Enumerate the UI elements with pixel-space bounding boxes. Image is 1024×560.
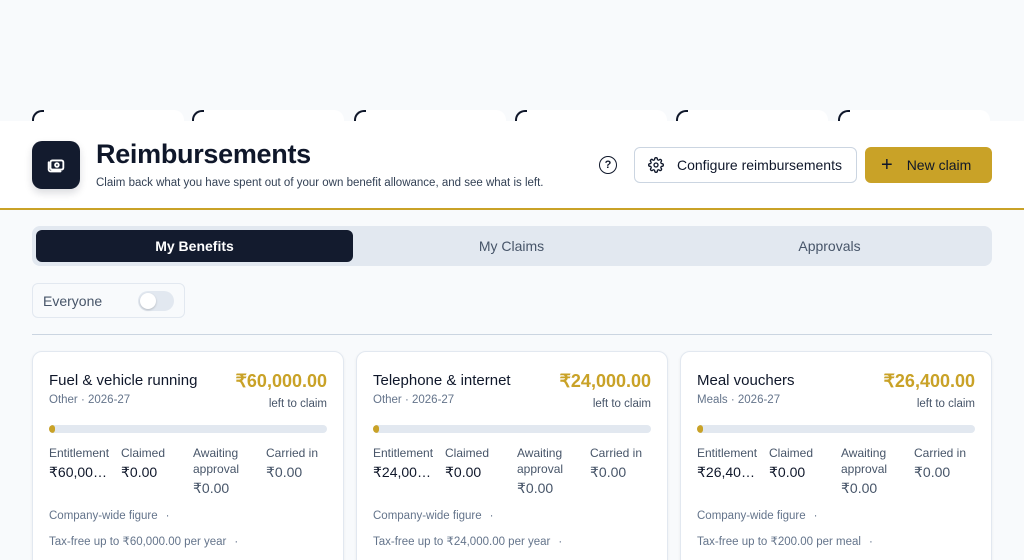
gear-icon xyxy=(648,157,664,173)
everyone-toggle[interactable] xyxy=(138,290,174,311)
configure-reimbursements-button[interactable]: Configure reimbursements xyxy=(634,147,857,183)
everyone-filter: Everyone xyxy=(32,283,185,318)
tab-approvals[interactable]: Approvals xyxy=(671,230,988,262)
background-strip xyxy=(0,0,1024,124)
entitlement-label: Entitlement xyxy=(697,446,758,460)
claimed-value: ₹0.00 xyxy=(121,464,158,480)
left-to-claim-label: left to claim xyxy=(592,398,651,410)
benefit-card[interactable]: Telephone & internet Other · 2026-27 ₹24… xyxy=(356,351,668,560)
tab-my-benefits[interactable]: My Benefits xyxy=(36,230,353,262)
left-to-claim-label: left to claim xyxy=(916,398,975,410)
carried-stat: Carried in ₹0.00 xyxy=(266,445,330,481)
awaiting-stat: Awaiting approval ₹0.00 xyxy=(517,445,583,497)
claimed-label: Claimed xyxy=(769,446,814,460)
awaiting-stat: Awaiting approval ₹0.00 xyxy=(193,445,259,497)
claimed-label: Claimed xyxy=(445,446,490,460)
entitlement-value: ₹60,000.00 xyxy=(49,464,113,480)
note-text: Company-wide figure xyxy=(373,510,482,522)
entitlement-stat: Entitlement ₹60,000.00 xyxy=(49,445,113,481)
awaiting-stat: Awaiting approval ₹0.00 xyxy=(841,445,907,497)
benefit-meta: Other · 2026-27 xyxy=(373,394,455,406)
benefit-name: Meal vouchers xyxy=(697,372,795,389)
carried-stat: Carried in ₹0.00 xyxy=(914,445,978,481)
benefit-meta: Other · 2026-27 xyxy=(49,394,131,406)
claimed-label: Claimed xyxy=(121,446,166,460)
tab-my-claims[interactable]: My Claims xyxy=(353,230,670,262)
benefit-amount: ₹24,000.00 xyxy=(559,371,651,391)
carried-label: Carried in xyxy=(266,446,319,460)
carried-value: ₹0.00 xyxy=(266,464,303,480)
page-subtitle: Claim back what you have spent out of yo… xyxy=(96,177,544,189)
progress-fill xyxy=(373,425,379,433)
divider xyxy=(32,334,992,335)
carried-value: ₹0.00 xyxy=(590,464,627,480)
progress-bar xyxy=(697,425,975,433)
benefit-name: Fuel & vehicle running xyxy=(49,372,198,389)
note-company-wide: Company-wide figure · xyxy=(697,510,818,522)
note-tax-free: Tax-free up to ₹200.00 per meal · xyxy=(697,536,873,548)
progress-fill xyxy=(697,425,703,433)
entitlement-stat: Entitlement ₹26,400.00 xyxy=(697,445,761,481)
claimed-value: ₹0.00 xyxy=(445,464,482,480)
new-claim-button[interactable]: + New claim xyxy=(865,147,992,183)
entitlement-stat: Entitlement ₹24,000.00 xyxy=(373,445,437,481)
benefit-card[interactable]: Meal vouchers Meals · 2026-27 ₹26,400.00… xyxy=(680,351,992,560)
left-to-claim-label: left to claim xyxy=(268,398,327,410)
note-text: Tax-free up to ₹200.00 per meal xyxy=(697,536,861,548)
carried-stat: Carried in ₹0.00 xyxy=(590,445,654,481)
tab-bar: My Benefits My Claims Approvals xyxy=(32,226,992,266)
note-text: Company-wide figure xyxy=(49,510,158,522)
awaiting-value: ₹0.00 xyxy=(517,480,554,496)
note-company-wide: Company-wide figure · xyxy=(49,510,170,522)
awaiting-value: ₹0.00 xyxy=(841,480,878,496)
plus-icon: + xyxy=(881,154,893,176)
configure-label: Configure reimbursements xyxy=(677,157,842,173)
carried-label: Carried in xyxy=(914,446,967,460)
page-header: Reimbursements Claim back what you have … xyxy=(0,121,1024,210)
benefit-name: Telephone & internet xyxy=(373,372,511,389)
page-title: Reimbursements xyxy=(96,139,311,169)
awaiting-label: Awaiting approval xyxy=(841,446,888,476)
note-company-wide: Company-wide figure · xyxy=(373,510,494,522)
claimed-stat: Claimed ₹0.00 xyxy=(445,445,509,481)
entitlement-value: ₹26,400.00 xyxy=(697,464,761,480)
progress-bar xyxy=(49,425,327,433)
everyone-label: Everyone xyxy=(43,292,103,309)
note-text: Tax-free up to ₹24,000.00 per year xyxy=(373,536,551,548)
awaiting-value: ₹0.00 xyxy=(193,480,230,496)
entitlement-label: Entitlement xyxy=(373,446,434,460)
claimed-value: ₹0.00 xyxy=(769,464,806,480)
progress-bar xyxy=(373,425,651,433)
entitlement-label: Entitlement xyxy=(49,446,110,460)
toggle-knob xyxy=(140,292,156,309)
benefit-amount: ₹60,000.00 xyxy=(235,371,327,391)
note-text: Tax-free up to ₹60,000.00 per year xyxy=(49,536,227,548)
progress-fill xyxy=(49,425,55,433)
note-tax-free: Tax-free up to ₹24,000.00 per year · xyxy=(373,536,563,548)
benefit-amount: ₹26,400.00 xyxy=(883,371,975,391)
carried-value: ₹0.00 xyxy=(914,464,951,480)
new-claim-label: New claim xyxy=(906,157,972,173)
entitlement-value: ₹24,000.00 xyxy=(373,464,437,480)
benefit-card[interactable]: Fuel & vehicle running Other · 2026-27 ₹… xyxy=(32,351,344,560)
carried-label: Carried in xyxy=(590,446,643,460)
awaiting-label: Awaiting approval xyxy=(193,446,240,476)
awaiting-label: Awaiting approval xyxy=(517,446,564,476)
help-icon[interactable]: ? xyxy=(599,156,617,174)
reimbursement-icon xyxy=(32,141,80,189)
benefit-meta: Meals · 2026-27 xyxy=(697,394,781,406)
note-text: Company-wide figure xyxy=(697,510,806,522)
claimed-stat: Claimed ₹0.00 xyxy=(769,445,833,481)
note-tax-free: Tax-free up to ₹60,000.00 per year · xyxy=(49,536,239,548)
claimed-stat: Claimed ₹0.00 xyxy=(121,445,185,481)
